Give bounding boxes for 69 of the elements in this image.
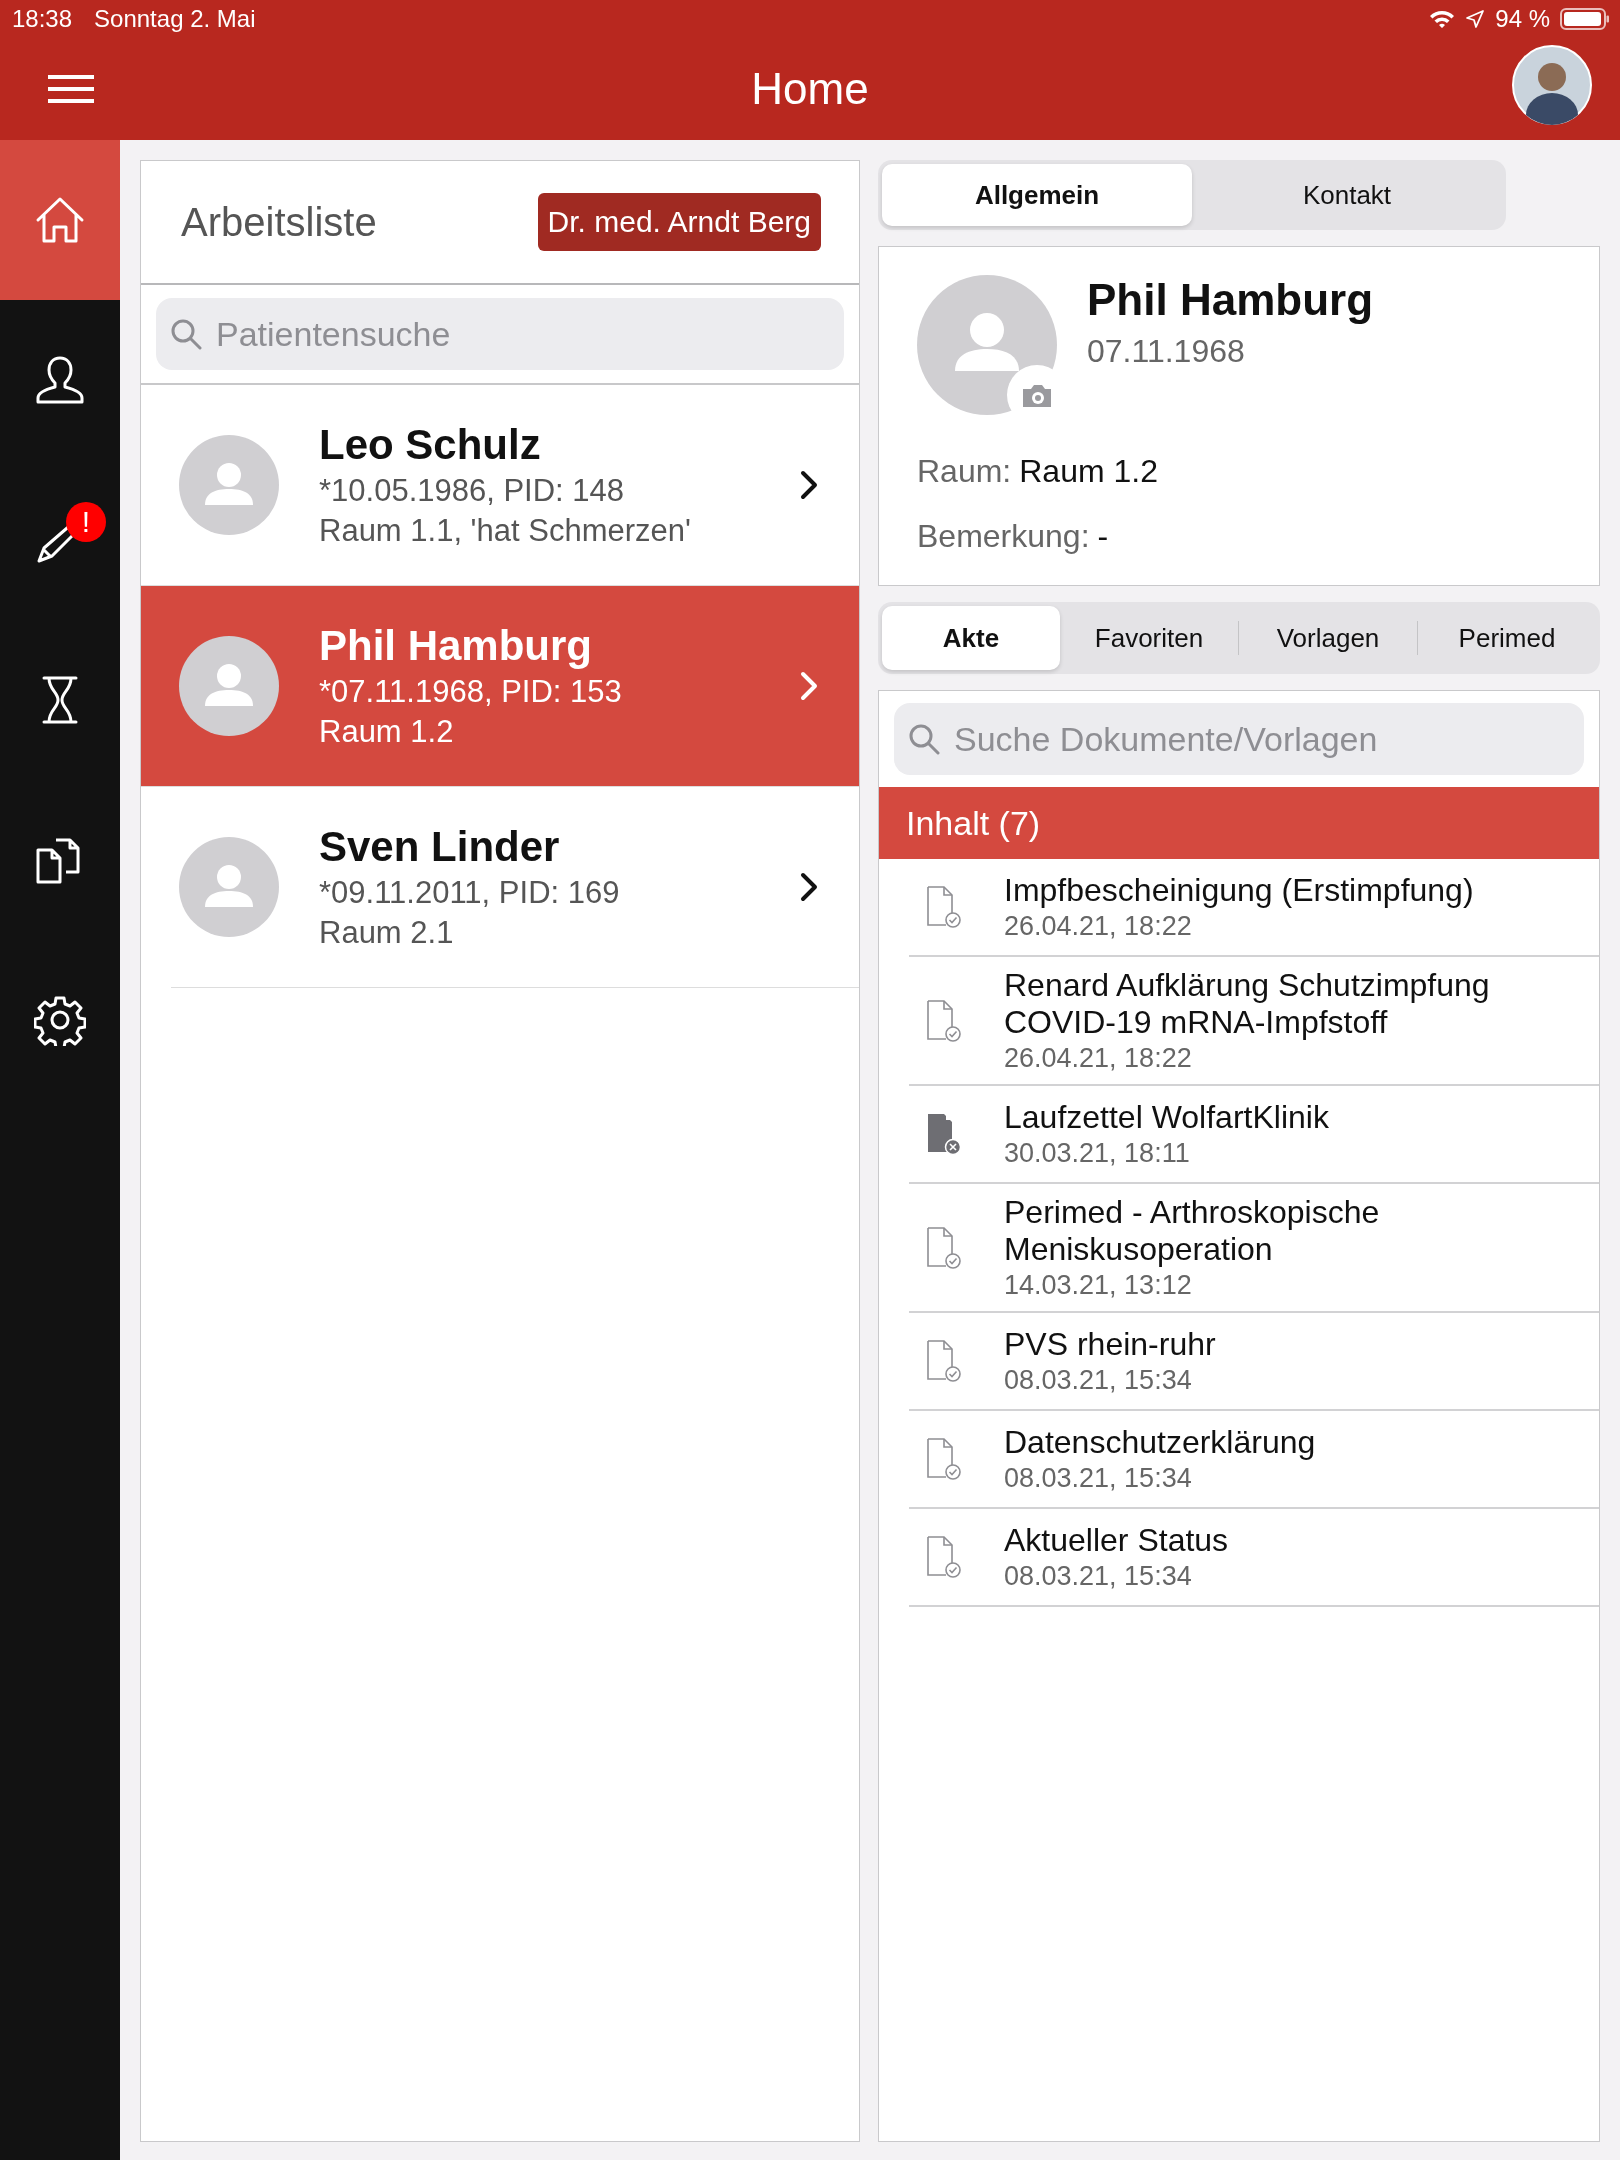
chevron-icon xyxy=(799,871,819,903)
patient-name: Phil Hamburg xyxy=(1087,275,1374,325)
search-icon xyxy=(908,723,940,755)
patient-name: Sven Linder xyxy=(319,823,561,871)
patient-info: *09.11.2011, PID: 169 xyxy=(319,875,621,911)
section-header: Inhalt (7) xyxy=(879,787,1599,859)
status-date: Sonntag 2. Mai xyxy=(94,5,256,33)
worklist-title: Arbeitsliste xyxy=(181,199,377,245)
document-date: 08.03.21, 15:34 xyxy=(1004,1463,1193,1494)
document-date: 14.03.21, 13:12 xyxy=(1004,1270,1193,1301)
patient-room: Raum 1.1, 'hat Schmerzen' xyxy=(319,513,692,549)
patient-info: *10.05.1986, PID: 148 xyxy=(319,473,626,509)
patient-room: Raum 1.2 xyxy=(319,714,455,750)
document-row[interactable]: Datenschutzerklärung 08.03.21, 15:34 xyxy=(909,1411,1599,1509)
wifi-icon xyxy=(1429,9,1456,29)
document-tab[interactable]: Perimed xyxy=(1418,606,1596,670)
document-date: 30.03.21, 18:11 xyxy=(1004,1138,1191,1169)
search-icon xyxy=(170,318,202,350)
status-time: 18:38 xyxy=(12,5,73,33)
chevron-icon xyxy=(799,670,819,702)
chevron-icon xyxy=(799,469,819,501)
document-row[interactable]: Renard Aufklärung Schutzimpfung COVID-19 mRNA-Impfstoff 26.04.21, 18:22 xyxy=(909,957,1599,1086)
avatar-icon xyxy=(179,837,279,937)
document-title: Renard Aufklärung Schutzimpfung COVID-19 mRNA-Impfstoff xyxy=(1004,967,1491,1041)
patient-name: Leo Schulz xyxy=(319,421,542,469)
document-tab[interactable]: Akte xyxy=(882,606,1060,670)
patient-search-field[interactable]: Patientensuche xyxy=(156,298,844,370)
document-search-field[interactable]: Suche Dokumente/Vorlagen xyxy=(894,703,1584,775)
document-date: 26.04.21, 18:22 xyxy=(1004,911,1193,942)
document-title: Laufzettel WolfartKlinik xyxy=(1004,1099,1329,1136)
battery-icon xyxy=(1560,7,1610,31)
patient-name: Phil Hamburg xyxy=(319,622,594,670)
avatar-icon[interactable] xyxy=(1512,45,1592,125)
document-date: 08.03.21, 15:34 xyxy=(1004,1365,1193,1396)
detail-tab[interactable]: Allgemein xyxy=(882,164,1192,226)
room-label: Raum: xyxy=(917,453,1012,490)
document-title: Aktueller Status xyxy=(1004,1522,1229,1559)
alert-badge: ! xyxy=(66,502,106,542)
document-title: PVS rhein-ruhr xyxy=(1004,1326,1216,1363)
battery-percentage: 94 % xyxy=(1495,5,1550,33)
patient-row[interactable]: Phil Hamburg *07.11.1968, PID: 153 Raum 1.2 xyxy=(141,586,859,787)
document-row[interactable]: Laufzettel WolfartKlinik 30.03.21, 18:11 xyxy=(909,1086,1599,1184)
remark-value: - xyxy=(1097,518,1109,555)
document-row[interactable]: PVS rhein-ruhr 08.03.21, 15:34 xyxy=(909,1313,1599,1411)
avatar-icon xyxy=(179,636,279,736)
document-row[interactable]: Aktueller Status 08.03.21, 15:34 xyxy=(909,1509,1599,1607)
avatar-icon xyxy=(179,435,279,535)
detail-tab[interactable]: Kontakt xyxy=(1192,164,1502,226)
document-title: Impfbescheinigung (Erstimpfung) xyxy=(1004,872,1474,909)
settings-icon xyxy=(34,994,86,1046)
document-tab[interactable]: Favoriten xyxy=(1060,606,1238,670)
birth-date: 07.11.1968 xyxy=(1087,333,1246,370)
page-title: Home xyxy=(751,64,869,114)
document-row[interactable]: Impfbescheinigung (Erstimpfung) 26.04.21, 18:22 xyxy=(909,859,1599,957)
patient-info: *07.11.1968, PID: 153 xyxy=(319,674,623,710)
document-date: 08.03.21, 15:34 xyxy=(1004,1561,1193,1592)
location-icon xyxy=(1465,9,1486,29)
document-title: Perimed - Arthroskopische Meniskusoperation xyxy=(1004,1194,1381,1268)
remark-label: Bemerkung: xyxy=(917,518,1090,555)
sidebar-item[interactable]: ! xyxy=(0,460,120,620)
menu-icon[interactable] xyxy=(48,73,94,105)
document-date: 26.04.21, 18:22 xyxy=(1004,1043,1193,1074)
document-title: Datenschutzerklärung xyxy=(1004,1424,1316,1461)
room-value: Raum 1.2 xyxy=(1019,453,1158,490)
doctor-button[interactable]: Dr. med. Arndt Berg xyxy=(537,193,821,251)
document-tab[interactable]: Vorlagen xyxy=(1239,606,1417,670)
person-icon xyxy=(34,354,86,406)
document-row[interactable]: Perimed - Arthroskopische Meniskusoperation 14.03.21, 13:12 xyxy=(909,1184,1599,1313)
patient-room: Raum 2.1 xyxy=(319,915,455,951)
